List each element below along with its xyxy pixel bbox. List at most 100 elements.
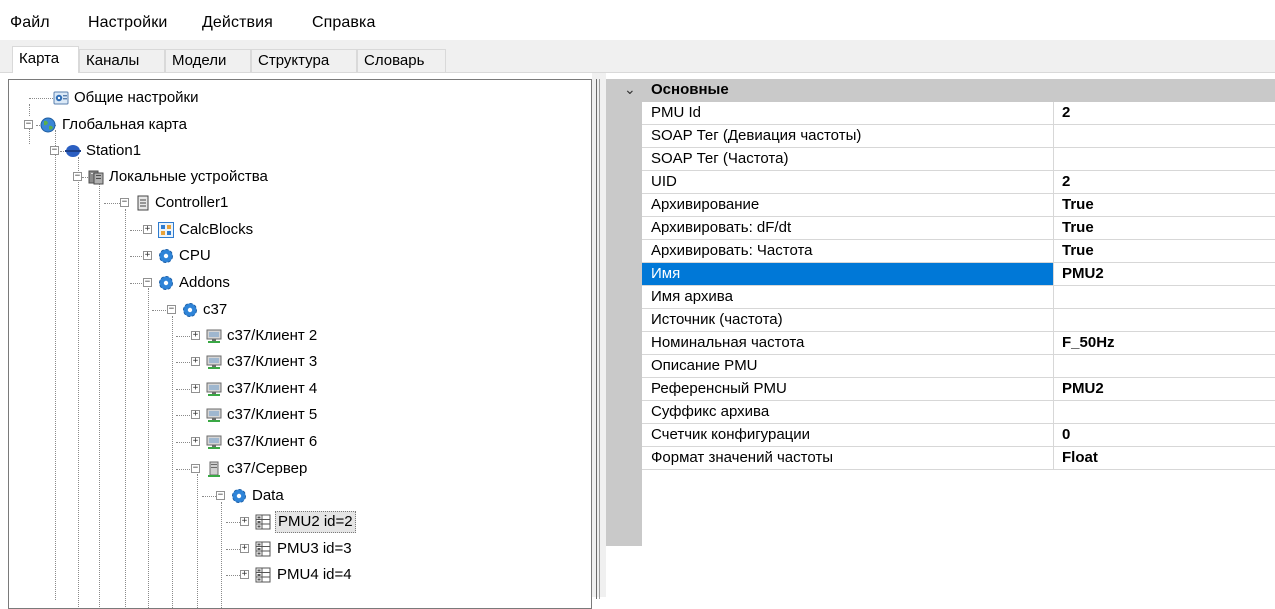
- property-value[interactable]: [1054, 401, 1062, 423]
- tab-map[interactable]: Карта: [12, 46, 79, 73]
- tree-node-label: Общие настройки: [74, 89, 199, 106]
- panel-splitter[interactable]: [592, 73, 606, 599]
- grid-margin: [606, 102, 642, 546]
- client-icon: [206, 435, 222, 449]
- menu-actions[interactable]: Действия: [202, 14, 273, 32]
- tree-node-label: c37/Клиент 4: [227, 380, 318, 397]
- tree-node-label: Глобальная карта: [62, 116, 187, 133]
- tab-dictionary[interactable]: Словарь: [357, 49, 446, 72]
- calcblocks-icon: [158, 222, 174, 238]
- property-value[interactable]: [1054, 148, 1062, 170]
- gear-icon: [232, 489, 246, 503]
- tree-node-label: Controller1: [155, 194, 229, 211]
- settings-icon: [53, 91, 69, 105]
- property-value[interactable]: True: [1054, 217, 1094, 239]
- menu-file[interactable]: Файл: [10, 14, 50, 32]
- pmu-icon: [255, 541, 271, 557]
- tree-node-c37[interactable]: c37: [9, 299, 409, 321]
- tree-node-label: CPU: [179, 247, 211, 264]
- property-value[interactable]: [1054, 286, 1062, 308]
- property-row[interactable]: Референсный PMU PMU2: [642, 378, 1275, 401]
- property-row[interactable]: Формат значений частоты Float: [642, 447, 1275, 470]
- tab-channels[interactable]: Каналы: [79, 49, 165, 72]
- property-name: Референсный PMU: [642, 378, 1054, 400]
- gear-icon: [159, 249, 173, 263]
- tree-node-local-devices[interactable]: Локальные устройства: [9, 166, 409, 188]
- tree-node-label: c37: [203, 301, 228, 318]
- property-name: Имя архива: [642, 286, 1054, 308]
- gear-icon: [183, 303, 197, 317]
- tree-node-c37-client-4[interactable]: c37/Клиент 4: [9, 378, 409, 400]
- property-value[interactable]: True: [1054, 240, 1094, 262]
- gear-icon: [159, 276, 173, 290]
- property-row[interactable]: Номинальная частота F_50Hz: [642, 332, 1275, 355]
- property-grid[interactable]: ⌄ Основные PMU Id 2 SOAP Тег (Девиация ч…: [606, 79, 1275, 546]
- property-row[interactable]: Суффикс архива: [642, 401, 1275, 424]
- property-row[interactable]: SOAP Тег (Частота): [642, 148, 1275, 171]
- tree-node-label: c37/Клиент 5: [227, 406, 318, 423]
- tree-node-c37-client-3[interactable]: c37/Клиент 3: [9, 351, 409, 373]
- property-value[interactable]: 0: [1054, 424, 1070, 446]
- property-row[interactable]: SOAP Тег (Девиация частоты): [642, 125, 1275, 148]
- server-icon: [208, 461, 220, 477]
- tree-node-general-settings[interactable]: Общие настройки: [9, 87, 409, 109]
- property-row[interactable]: UID 2: [642, 171, 1275, 194]
- tree-node-pmu3[interactable]: PMU3 id=3: [9, 538, 409, 560]
- tree-node-c37-client-6[interactable]: c37/Клиент 6: [9, 431, 409, 453]
- property-name: Счетчик конфигурации: [642, 424, 1054, 446]
- property-row[interactable]: Описание PMU: [642, 355, 1275, 378]
- client-icon: [206, 382, 222, 396]
- menu-help[interactable]: Справка: [312, 14, 375, 32]
- menu-bar: Файл Настройки Действия Справка: [0, 0, 1275, 40]
- property-row[interactable]: Архивировать: dF/dt True: [642, 217, 1275, 240]
- tab-models[interactable]: Модели: [165, 49, 251, 72]
- tree-node-calcblocks[interactable]: CalcBlocks: [9, 219, 409, 241]
- property-value[interactable]: [1054, 355, 1062, 377]
- property-row[interactable]: Счетчик конфигурации 0: [642, 424, 1275, 447]
- tree-node-addons[interactable]: Addons: [9, 272, 409, 294]
- property-value[interactable]: PMU2: [1054, 378, 1104, 400]
- tree-node-cpu[interactable]: CPU: [9, 245, 409, 267]
- property-row[interactable]: Архивирование True: [642, 194, 1275, 217]
- tree-node-label: c37/Клиент 6: [227, 433, 318, 450]
- category-header[interactable]: ⌄ Основные: [606, 79, 1275, 102]
- menu-settings[interactable]: Настройки: [88, 14, 167, 32]
- property-value[interactable]: 2: [1054, 102, 1070, 124]
- tree-node-controller1[interactable]: Controller1: [9, 192, 409, 214]
- property-value[interactable]: PMU2: [1054, 263, 1104, 285]
- property-value[interactable]: F_50Hz: [1054, 332, 1115, 354]
- property-name: Имя: [642, 263, 1054, 285]
- tree-node-pmu4[interactable]: PMU4 id=4: [9, 564, 409, 586]
- property-value[interactable]: True: [1054, 194, 1094, 216]
- property-row[interactable]: Имя архива: [642, 286, 1275, 309]
- station-icon: [65, 145, 81, 157]
- property-name: Описание PMU: [642, 355, 1054, 377]
- tree-panel[interactable]: Общие настройки − Глобальная карта − Sta…: [8, 79, 592, 609]
- tree-node-station1[interactable]: Station1: [9, 140, 409, 162]
- tree-node-label: PMU4 id=4: [277, 566, 352, 583]
- property-value[interactable]: 2: [1054, 171, 1070, 193]
- property-name: Формат значений частоты: [642, 447, 1054, 469]
- property-name: SOAP Тег (Девиация частоты): [642, 125, 1054, 147]
- client-icon: [206, 355, 222, 369]
- tree-node-data[interactable]: Data: [9, 485, 409, 507]
- property-value[interactable]: Float: [1054, 447, 1098, 469]
- property-row[interactable]: PMU Id 2: [642, 102, 1275, 125]
- tree-node-label: Data: [252, 487, 284, 504]
- tree-node-label: c37/Клиент 3: [227, 353, 318, 370]
- property-row[interactable]: Источник (частота): [642, 309, 1275, 332]
- client-icon: [206, 408, 222, 422]
- tree-node-pmu2[interactable]: PMU2 id=2: [9, 511, 409, 533]
- tree-node-c37-server[interactable]: c37/Сервер: [9, 458, 409, 480]
- property-value[interactable]: [1054, 125, 1062, 147]
- property-row[interactable]: Архивировать: Частота True: [642, 240, 1275, 263]
- property-row-selected[interactable]: Имя PMU2: [642, 263, 1275, 286]
- controller-icon: [137, 195, 149, 211]
- chevron-down-icon[interactable]: ⌄: [624, 81, 636, 98]
- tree-node-c37-client-5[interactable]: c37/Клиент 5: [9, 404, 409, 426]
- tree-node-label: CalcBlocks: [179, 221, 254, 238]
- property-value[interactable]: [1054, 309, 1062, 331]
- tree-node-c37-client-2[interactable]: c37/Клиент 2: [9, 325, 409, 347]
- tree-node-global-map[interactable]: Глобальная карта: [9, 114, 409, 136]
- tab-structure[interactable]: Структура: [251, 49, 357, 72]
